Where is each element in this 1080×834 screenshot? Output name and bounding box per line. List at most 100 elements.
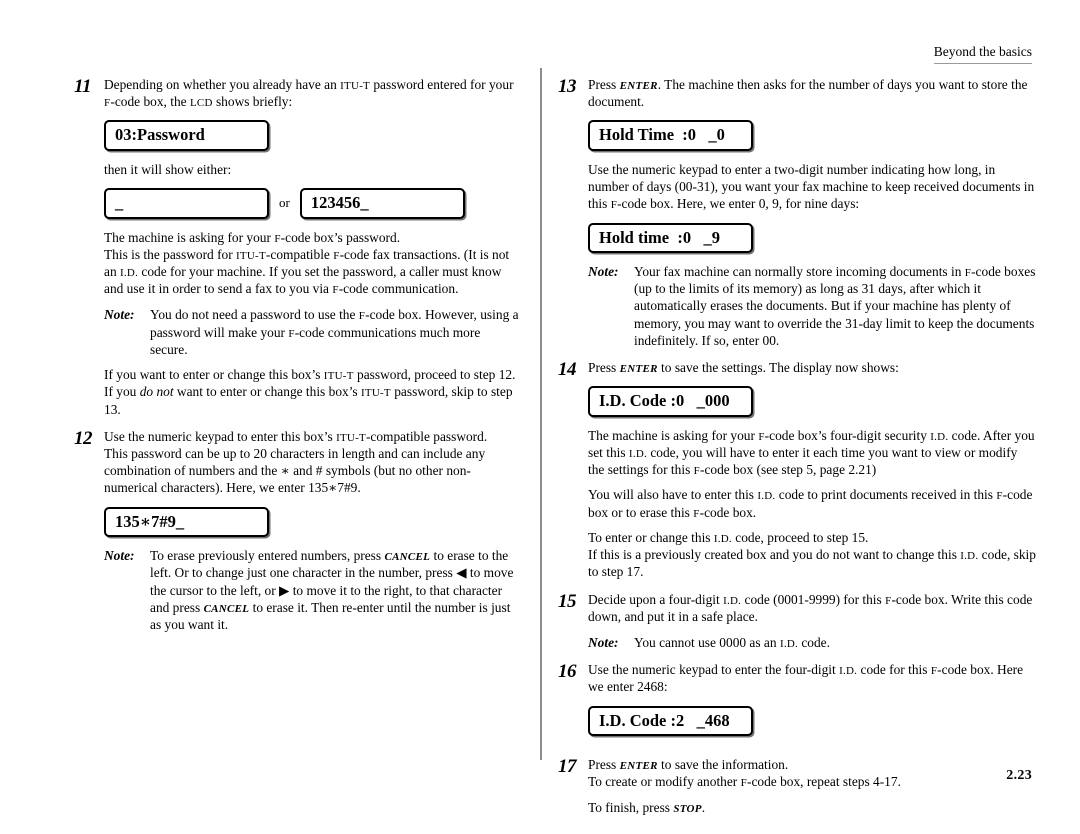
enter-key-label: ENTER: [619, 80, 658, 92]
text-run: code for this: [857, 662, 931, 678]
text-run: If you: [104, 384, 140, 400]
step-body: Use the numeric keypad to enter the four…: [588, 661, 1036, 746]
lcd-display-123456: 123456_: [299, 188, 465, 219]
lcd-display-hold-time: Hold Time :0 _0: [588, 120, 753, 151]
step-body: Press ENTER. The machine then asks for t…: [588, 76, 1036, 349]
text-run: want to enter or change this box’s: [173, 384, 361, 400]
text-run: password entered for your: [370, 77, 514, 92]
text-run: If this is a previously created box and …: [588, 547, 961, 563]
step-14: 14 Press ENTER to save the settings. The…: [558, 359, 1036, 580]
step-number: 17: [558, 756, 577, 778]
step-body: Depending on whether you already have an…: [104, 76, 520, 418]
id-abbrev: I.D.: [628, 448, 647, 461]
step-11-paragraph-2: This is the password for ITU-T-compatibl…: [104, 246, 520, 298]
text-run: -compatible password.: [365, 428, 488, 444]
right-arrow-icon: ▶: [279, 582, 290, 598]
step-15-note: Note: You cannot use 0000 as an I.D. cod…: [588, 634, 1036, 651]
itut-abbrev: ITU-T: [336, 431, 366, 444]
id-abbrev: I.D.: [757, 490, 776, 503]
text-run: -code box, repeat steps 4-17.: [746, 774, 901, 790]
step-17: 17 Press ENTER to save the information. …: [558, 756, 1036, 816]
lcd-display-password: 03:Password: [104, 120, 269, 151]
step-number: 15: [558, 590, 577, 612]
step-13: 13 Press ENTER. The machine then asks fo…: [558, 76, 1036, 349]
step-14-paragraph-3: You will also have to enter this I.D. co…: [588, 486, 1036, 520]
cancel-key-label: CANCEL: [384, 551, 431, 564]
id-abbrev: I.D.: [779, 638, 798, 650]
text-run: Decide upon a four-digit: [588, 591, 724, 607]
text-run: You do not need a password to use the: [150, 307, 359, 323]
text-run: code to print documents received in this: [775, 487, 997, 503]
id-abbrev: I.D.: [713, 532, 732, 545]
lcd-display-row: 03:Password: [104, 120, 520, 151]
step-11: 11 Depending on whether you already have…: [74, 76, 520, 418]
step-number: 16: [558, 661, 577, 683]
step-13-note: Note: Your fax machine can normally stor…: [588, 263, 1036, 349]
enter-key-label: ENTER: [619, 363, 658, 376]
lcd-display-id-code-entered: I.D. Code :2 _468: [588, 705, 753, 737]
text-run: Use the numeric keypad to enter the four…: [588, 662, 840, 678]
note-text: You cannot use 0000 as an I.D. code.: [634, 634, 1036, 651]
id-abbrev: I.D.: [120, 267, 139, 280]
lcd-display-row: I.D. Code :2 _468: [588, 705, 1036, 737]
text-run: The machine is asking for your: [104, 229, 275, 245]
text-run: If you want to enter or change this box’…: [104, 367, 324, 383]
lcd-display-row: Hold Time :0 _0: [588, 120, 1036, 151]
text-run: The machine is asking for your: [588, 427, 759, 443]
text-run: -code box’s four-digit security: [764, 427, 931, 443]
lcd-display-row-alternatives: _ or 123456_: [104, 188, 520, 219]
lcd-display-row: Hold time :0 _9: [588, 222, 1036, 254]
right-column: 13 Press ENTER. The machine then asks fo…: [558, 76, 1036, 816]
id-abbrev: I.D.: [960, 550, 979, 563]
emphasis-do-not: do not: [139, 384, 174, 400]
note-label: Note:: [104, 548, 135, 564]
left-arrow-icon: ◀: [456, 565, 467, 581]
lcd-display-id-code-default: I.D. Code :0 _000: [588, 386, 753, 417]
text-run: To finish, press: [588, 799, 674, 815]
step-body: Press ENTER to save the information. To …: [588, 756, 1036, 816]
step-14-paragraph-5: If this is a previously created box and …: [588, 546, 1036, 580]
step-11-paragraph-3: If you want to enter or change this box’…: [104, 366, 520, 383]
lcd-display-empty: _: [104, 188, 269, 219]
note-label: Note:: [588, 264, 619, 280]
itut-abbrev: ITU-T: [361, 387, 391, 400]
step-13-paragraph-1: Press ENTER. The machine then asks for t…: [588, 76, 1036, 110]
manual-page: Beyond the basics 11 Depending on whethe…: [0, 0, 1080, 834]
step-13-paragraph-2: Use the numeric keypad to enter a two-di…: [588, 161, 1036, 213]
cancel-key-label: CANCEL: [203, 602, 250, 615]
step-14-paragraph-1: Press ENTER to save the settings. The di…: [588, 359, 1036, 376]
text-run: code.: [798, 635, 830, 650]
stop-key-label: STOP: [673, 802, 702, 815]
text-run: shows briefly:: [212, 94, 293, 110]
text-run: .: [701, 799, 706, 815]
step-17-paragraph-1: Press ENTER to save the information.: [588, 756, 1036, 773]
id-abbrev: I.D.: [839, 665, 858, 678]
text-run: Depending on whether you already have an: [104, 77, 341, 92]
step-number: 12: [74, 427, 93, 449]
step-15: 15 Decide upon a four-digit I.D. code (0…: [558, 591, 1036, 652]
text-run: You will also have to enter this: [588, 487, 758, 503]
step-14-paragraph-2: The machine is asking for your F-code bo…: [588, 427, 1036, 479]
text-run: code, proceed to step 15.: [731, 529, 869, 545]
text-run: To erase previously entered numbers, pre…: [150, 548, 385, 564]
text-run: -code box’s password.: [280, 229, 401, 245]
step-11-paragraph-1: The machine is asking for your F-code bo…: [104, 229, 520, 246]
lcd-display-password-entry: 135∗7#9_: [104, 506, 269, 538]
or-separator: or: [279, 195, 290, 211]
step-12-paragraph-1: Use the numeric keypad to enter this box…: [104, 428, 520, 445]
text-run: -code box.: [699, 504, 757, 520]
lcd-display-hold-time-nine: Hold time :0 _9: [588, 222, 753, 254]
itut-abbrev: ITU-T: [323, 370, 354, 383]
text-run: You cannot use 0000 as an: [634, 635, 780, 650]
step-11-paragraph-4: If you do not want to enter or change th…: [104, 383, 520, 417]
step-number: 11: [74, 76, 91, 97]
step-number: 13: [558, 76, 577, 97]
step-number: 14: [558, 359, 577, 381]
text-run: To enter or change this: [588, 529, 714, 545]
running-header: Beyond the basics: [933, 44, 1032, 65]
lcd-abbrev: LCD: [189, 97, 213, 110]
page-number: 2.23: [1006, 768, 1032, 783]
step-16-paragraph-1: Use the numeric keypad to enter the four…: [588, 661, 1036, 695]
lcd-display-row: I.D. Code :0 _000: [588, 386, 1036, 417]
step-body: Press ENTER to save the settings. The di…: [588, 359, 1036, 580]
